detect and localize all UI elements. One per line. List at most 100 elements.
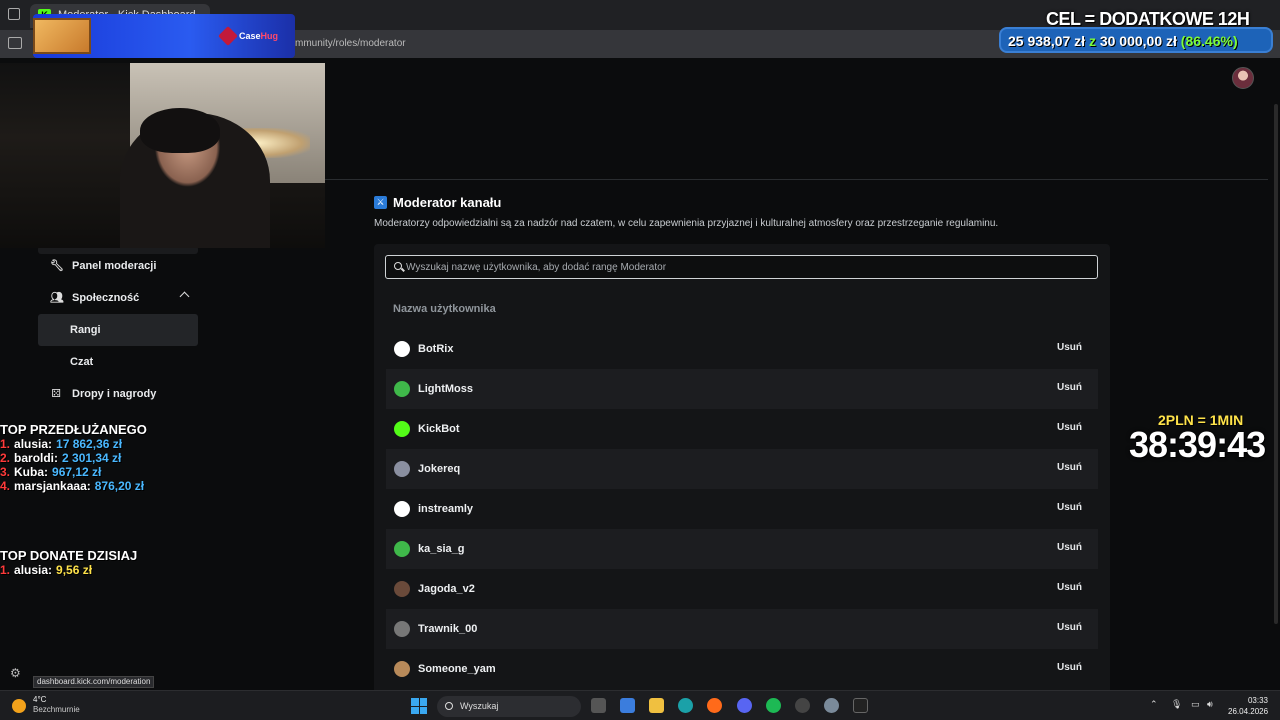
leaderboard-amount: 2 301,34 zł (62, 451, 122, 465)
table-row: instreamly Usuń (386, 489, 1098, 529)
file-explorer-icon[interactable] (649, 698, 664, 713)
weather-temp: 4°C (33, 695, 47, 704)
search-field[interactable] (385, 255, 1098, 279)
sidebar-item-label: Czat (70, 356, 94, 368)
windows-taskbar: 4°C Bezchmurnie Wyszukaj ⌃ 🎙︎ ▭ 🔊︎ 03:33… (0, 690, 1280, 720)
goal-target: 30 000,00 zł (1099, 33, 1177, 49)
username: ka_sia_g (418, 543, 465, 555)
leaderboard-amount: 967,12 zł (52, 465, 102, 479)
goal-percent: (86.46%) (1180, 33, 1238, 49)
section-description: Moderatorzy odpowiedzialni są za nadzór … (374, 218, 999, 229)
user-avatar[interactable] (1232, 67, 1254, 89)
remove-button[interactable]: Usuń (1057, 502, 1082, 513)
obs-icon[interactable] (795, 698, 810, 713)
remove-button[interactable]: Usuń (1057, 462, 1082, 473)
taskbar-search[interactable]: Wyszukaj (437, 696, 581, 717)
leaderboard-entry: 2. baroldi: 2 301,34 zł (0, 451, 147, 465)
search-input[interactable] (406, 259, 1086, 275)
username: Jagoda_v2 (418, 583, 475, 595)
sidebar-item-panel-moderacji[interactable]: 🔧︎ Panel moderacji (38, 250, 198, 282)
table-row: ka_sia_g Usuń (386, 529, 1098, 569)
url-text[interactable]: mmunity/roles/moderator (295, 38, 406, 49)
remove-button[interactable]: Usuń (1057, 382, 1082, 393)
sidebar-item-label: Dropy i nagrody (72, 388, 157, 400)
page-scrollbar[interactable] (1274, 104, 1278, 624)
table-row: Jagoda_v2 Usuń (386, 569, 1098, 609)
top-donate-leaderboard: TOP DONATE DZISIAJ 1. alusia: 9,56 zł (0, 548, 137, 577)
user-avatar-icon (394, 421, 410, 437)
chevron-up-icon[interactable] (179, 291, 190, 302)
sidebar-item-label: Rangi (70, 324, 101, 336)
leaderboard-entry: 1. alusia: 17 862,36 zł (0, 437, 147, 451)
leaderboard-rank: 4. (0, 479, 11, 493)
leaderboard-rank: 3. (0, 465, 11, 479)
user-avatar-icon (394, 341, 410, 357)
epic-games-icon[interactable] (853, 698, 868, 713)
user-avatar-icon (394, 501, 410, 517)
sidebar-item-dropy[interactable]: ⚄ Dropy i nagrody (38, 378, 198, 410)
sidebar-item-label: Panel moderacji (72, 260, 157, 272)
column-header-username: Nazwa użytkownika (393, 303, 496, 315)
user-avatar-icon (394, 381, 410, 397)
table-row: BotRix Usuń (386, 329, 1098, 369)
edge-icon[interactable] (678, 698, 693, 713)
remove-button[interactable]: Usuń (1057, 542, 1082, 553)
tab-actions-icon[interactable] (8, 8, 20, 20)
discord-icon[interactable] (737, 698, 752, 713)
task-view-icon[interactable] (591, 698, 606, 713)
webcam-overlay (0, 63, 325, 248)
user-avatar-icon (394, 541, 410, 557)
sidebar-item-czat[interactable]: Czat (38, 346, 198, 378)
case-box-icon (33, 18, 91, 54)
leaderboard-rank: 1. (0, 437, 11, 451)
remove-button[interactable]: Usuń (1057, 582, 1082, 593)
remove-button[interactable]: Usuń (1057, 342, 1082, 353)
username: BotRix (418, 343, 454, 355)
microphone-icon[interactable]: 🎙︎ (1171, 699, 1182, 710)
gift-icon: ⚄ (51, 388, 61, 400)
section-title-text: Moderator kanału (393, 195, 502, 210)
taskbar-clock[interactable]: 03:33 26.04.2026 (1228, 695, 1268, 717)
leaderboard-amount: 9,56 zł (56, 563, 93, 577)
leaderboard-name: alusia: (14, 437, 53, 451)
clock-date: 26.04.2026 (1228, 707, 1269, 716)
top-extend-title: TOP PRZEDŁUŻANEGO (0, 422, 147, 437)
table-row: LightMoss Usuń (386, 369, 1098, 409)
leaderboard-amount: 876,20 zł (94, 479, 145, 493)
table-row: Someone_yam Usuń (386, 649, 1098, 689)
goal-current: 25 938,07 zł (1008, 33, 1086, 49)
firefox-icon[interactable] (707, 698, 722, 713)
settings-app-icon[interactable] (824, 698, 839, 713)
remove-button[interactable]: Usuń (1057, 662, 1082, 673)
sidebar-item-rangi[interactable]: Rangi (38, 314, 198, 346)
moderator-list: BotRix Usuń LightMoss Usuń KickBot Usuń Jokere… (386, 329, 1098, 689)
volume-icon[interactable]: 🔊︎ (1207, 699, 1213, 710)
remove-button[interactable]: Usuń (1057, 622, 1082, 633)
leaderboard-rank: 1. (0, 563, 11, 577)
username: Jokereq (418, 463, 461, 475)
user-avatar-icon (394, 581, 410, 597)
leaderboard-name: Kuba: (14, 465, 49, 479)
casehug-logo-icon (218, 26, 238, 46)
sidebar-item-spolecznosc[interactable]: 👥︎ Społeczność (38, 282, 198, 314)
sidebar-toggle-icon[interactable] (8, 37, 22, 49)
sidebar-nav: 🔧︎ Panel moderacji 👥︎ Społeczność Rangi … (38, 250, 198, 410)
weather-icon[interactable] (12, 699, 26, 713)
username: KickBot (418, 423, 460, 435)
wrench-icon: 🔧︎ (50, 260, 64, 272)
top-donate-title: TOP DONATE DZISIAJ (0, 548, 138, 563)
leaderboard-name: baroldi: (14, 451, 59, 465)
chevron-up-icon[interactable]: ⌃ (1150, 699, 1158, 710)
spotify-icon[interactable] (766, 698, 781, 713)
sponsor-logo: CaseHug (218, 26, 278, 46)
search-icon (445, 702, 453, 710)
windows-start-icon[interactable] (411, 698, 427, 714)
store-icon[interactable] (620, 698, 635, 713)
network-icon[interactable]: ▭ (1191, 699, 1200, 710)
goal-separator: z (1088, 33, 1096, 49)
section-title: ⚔ Moderator kanału (374, 195, 501, 210)
remove-button[interactable]: Usuń (1057, 422, 1082, 433)
sidebar-item-label: Społeczność (72, 292, 140, 304)
gear-icon[interactable]: ⚙ (10, 666, 21, 680)
top-extend-leaderboard: TOP PRZEDŁUŻANEGO 1. alusia: 17 862,36 zł 2… (0, 422, 147, 493)
